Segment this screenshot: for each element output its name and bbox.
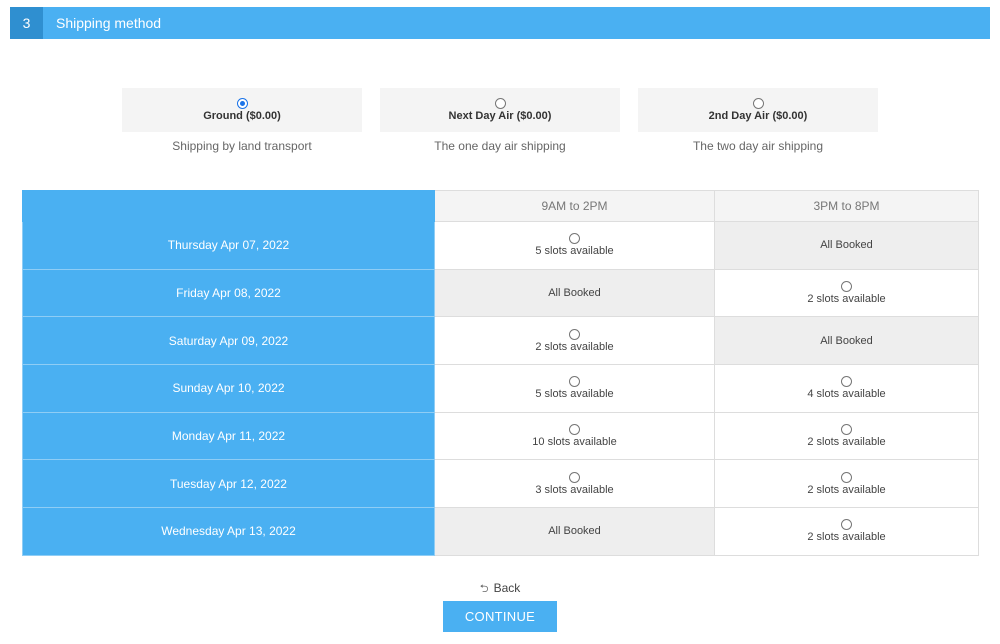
slot-radio[interactable]: [569, 233, 580, 245]
method-ground: Ground ($0.00) Shipping by land transpor…: [122, 88, 362, 153]
method-ground-option[interactable]: Ground ($0.00): [122, 88, 362, 132]
slot-radio[interactable]: [569, 328, 580, 340]
table-row: Friday Apr 08, 2022 All Booked 2 slots ava…: [22, 268, 979, 318]
slot-content: 2 slots available: [715, 424, 978, 448]
slot-content: 2 slots available: [715, 281, 978, 305]
method-ground-radio[interactable]: [236, 98, 248, 109]
slot-radio[interactable]: [569, 471, 580, 483]
slot-content: 10 slots available: [435, 424, 714, 448]
method-2nd-day-air-option[interactable]: 2nd Day Air ($0.00): [638, 88, 878, 132]
back-label: Back: [493, 581, 521, 595]
table-row: Wednesday Apr 13, 2022 All Booked 2 slots …: [22, 507, 979, 556]
slot-availability: 2 slots available: [807, 436, 886, 449]
continue-button[interactable]: CONTINUE: [443, 601, 557, 632]
row-date: Saturday Apr 09, 2022: [22, 316, 435, 366]
column-header: 9AM to 2PM: [434, 190, 715, 222]
column-header: 3PM to 8PM: [714, 190, 979, 222]
back-link[interactable]: ⮌ Back: [0, 580, 1000, 599]
slot-availability: 2 slots available: [535, 340, 614, 353]
slot-content: 4 slots available: [715, 376, 978, 400]
slot-option[interactable]: 2 slots available: [714, 507, 979, 556]
delivery-slots-table: 9AM to 2PM 3PM to 8PM Thursday Apr 07, 2…: [22, 190, 979, 556]
slot-radio[interactable]: [569, 376, 580, 388]
slot-content: 5 slots available: [435, 233, 714, 257]
slot-booked: All Booked: [434, 268, 715, 318]
slot-radio[interactable]: [841, 519, 852, 531]
slot-availability: 2 slots available: [807, 293, 886, 306]
slot-availability: 10 slots available: [532, 436, 617, 449]
method-ground-description: Shipping by land transport: [172, 139, 312, 153]
slot-option[interactable]: 2 slots available: [714, 459, 979, 509]
step-number: 3: [10, 7, 43, 39]
slot-content: 5 slots available: [435, 376, 714, 400]
row-date: Thursday Apr 07, 2022: [22, 221, 435, 270]
slot-radio[interactable]: [841, 471, 852, 483]
slot-content: 2 slots available: [715, 471, 978, 496]
slot-availability: 5 slots available: [535, 388, 614, 401]
table-header-row: 9AM to 2PM 3PM to 8PM: [22, 190, 979, 222]
slot-availability: 3 slots available: [535, 483, 614, 496]
method-ground-label: Ground ($0.00): [203, 110, 281, 122]
method-next-day-air-option[interactable]: Next Day Air ($0.00): [380, 88, 620, 132]
shipping-methods: Ground ($0.00) Shipping by land transpor…: [0, 88, 1000, 158]
row-date: Sunday Apr 10, 2022: [22, 364, 435, 413]
step-header: 3 Shipping method: [10, 7, 990, 39]
slot-booked: All Booked: [434, 507, 715, 556]
row-date: Wednesday Apr 13, 2022: [22, 507, 435, 556]
step-title: Shipping method: [56, 15, 162, 31]
method-2nd-day-air: 2nd Day Air ($0.00) The two day air ship…: [638, 88, 878, 153]
slot-content: 2 slots available: [435, 328, 714, 353]
slot-option[interactable]: 4 slots available: [714, 364, 979, 413]
slot-availability: 5 slots available: [535, 245, 614, 258]
slot-option[interactable]: 5 slots available: [434, 364, 715, 413]
slot-availability: 2 slots available: [807, 531, 886, 544]
slot-content: 2 slots available: [715, 519, 978, 543]
method-next-day-air-radio[interactable]: [494, 98, 506, 109]
row-date: Tuesday Apr 12, 2022: [22, 459, 435, 509]
slot-option[interactable]: 2 slots available: [714, 411, 979, 461]
method-next-day-air-label: Next Day Air ($0.00): [448, 110, 552, 122]
slot-radio[interactable]: [841, 281, 852, 293]
method-2nd-day-air-radio[interactable]: [752, 98, 764, 109]
table-row: Sunday Apr 10, 2022 5 slots available 4 sl…: [22, 364, 979, 413]
table-row: Monday Apr 11, 2022 10 slots available 2 s…: [22, 411, 979, 461]
slot-option[interactable]: 2 slots available: [714, 268, 979, 318]
slot-option[interactable]: 2 slots available: [434, 316, 715, 366]
slot-booked: All Booked: [714, 221, 979, 270]
table-row: Tuesday Apr 12, 2022 3 slots available 2 s…: [22, 459, 979, 509]
header-blank-cell: [22, 190, 435, 222]
slot-option[interactable]: 3 slots available: [434, 459, 715, 509]
row-date: Friday Apr 08, 2022: [22, 268, 435, 318]
table-row: Saturday Apr 09, 2022 2 slots available Al…: [22, 316, 979, 366]
slot-option[interactable]: 5 slots available: [434, 221, 715, 270]
row-date: Monday Apr 11, 2022: [22, 411, 435, 461]
method-2nd-day-air-description: The two day air shipping: [692, 139, 824, 153]
slot-radio[interactable]: [841, 376, 852, 388]
method-next-day-air: Next Day Air ($0.00) The one day air shi…: [380, 88, 620, 153]
slot-radio[interactable]: [569, 424, 580, 436]
table-row: Thursday Apr 07, 2022 5 slots available Al…: [22, 221, 979, 270]
slot-radio[interactable]: [841, 424, 852, 436]
slot-option[interactable]: 10 slots available: [434, 411, 715, 461]
slot-booked: All Booked: [714, 316, 979, 366]
method-2nd-day-air-label: 2nd Day Air ($0.00): [708, 110, 808, 122]
slot-content: 3 slots available: [435, 471, 714, 496]
slot-availability: 2 slots available: [807, 483, 886, 496]
method-next-day-air-description: The one day air shipping: [434, 139, 566, 153]
back-arrow-icon: ⮌: [479, 583, 489, 595]
slot-availability: 4 slots available: [807, 388, 886, 401]
